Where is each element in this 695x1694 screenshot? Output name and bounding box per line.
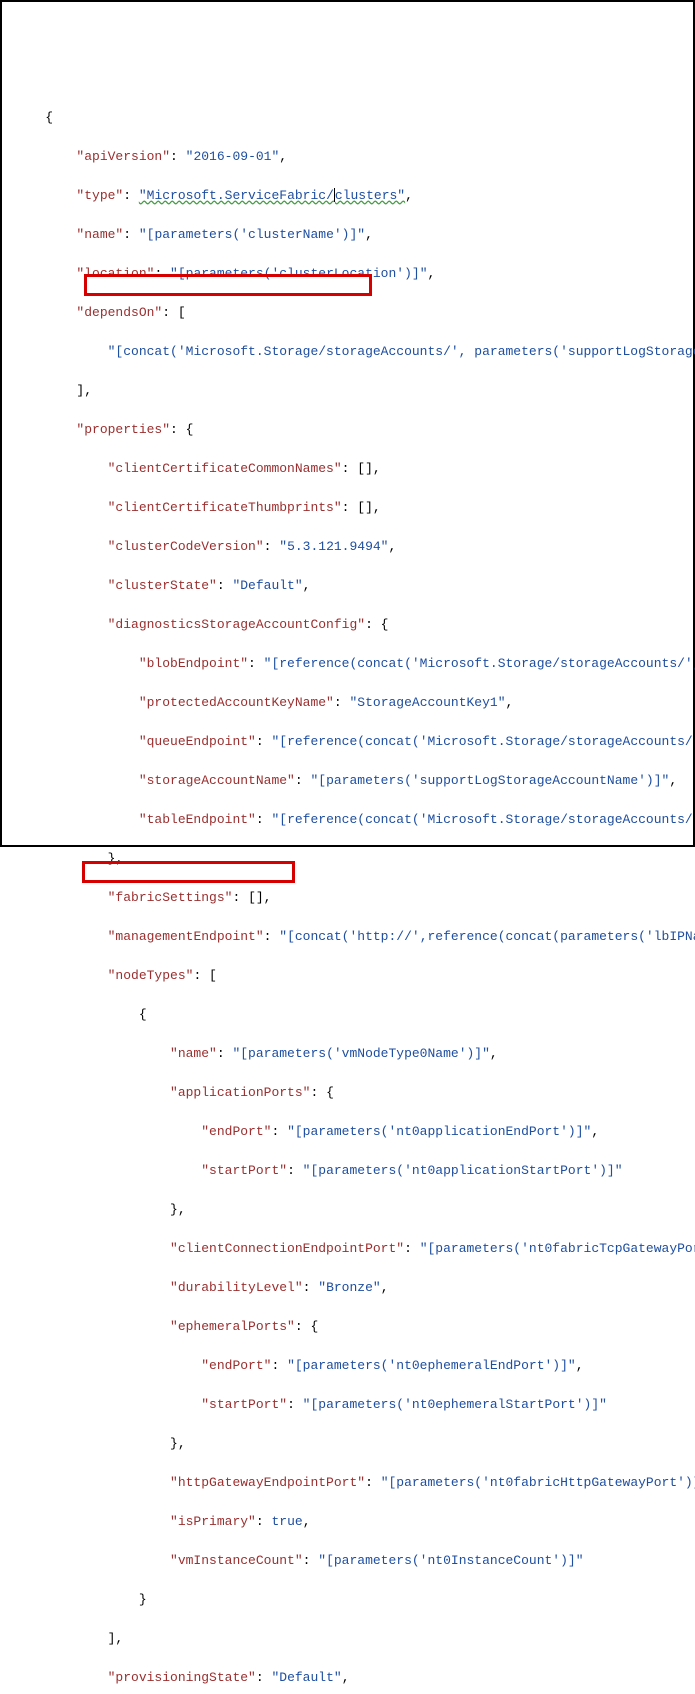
line-prov-state: "provisioningState": "Default", [14,1668,681,1688]
line-queue-endpoint: "queueEndpoint": "[reference(concat('Mic… [14,732,681,752]
line-nodetypes: "nodeTypes": [ [14,966,681,986]
line-close-eph: }, [14,1434,681,1454]
line-endport2: "endPort": "[parameters('nt0ephemeralEnd… [14,1356,681,1376]
line-cluster-state: "clusterState": "Default", [14,576,681,596]
line-dependson-val: "[concat('Microsoft.Storage/storageAccou… [14,342,681,362]
line-dependson-key: "dependsOn": [ [14,303,681,323]
line-eph-ports: "ephemeralPorts": { [14,1317,681,1337]
line-client-cert-thumb: "clientCertificateThumbprints": [], [14,498,681,518]
line-close-nodetypes: ], [14,1629,681,1649]
json-code-block: { "apiVersion": "2016-09-01", "type": "M… [14,88,681,1694]
line-fabric-settings: "fabricSettings": [], [14,888,681,908]
line-diag-config: "diagnosticsStorageAccountConfig": { [14,615,681,635]
line-endport1: "endPort": "[parameters('nt0applicationE… [14,1122,681,1142]
line-apiversion: "apiVersion": "2016-09-01", [14,147,681,167]
line-app-ports: "applicationPorts": { [14,1083,681,1103]
line-close-node: } [14,1590,681,1610]
line-close-diag: }, [14,849,681,869]
line-mgmt-endpoint: "managementEndpoint": "[concat('http://'… [14,927,681,947]
line-isprimary: "isPrimary": true, [14,1512,681,1532]
line-startport1: "startPort": "[parameters('nt0applicatio… [14,1161,681,1181]
line-close-appports: }, [14,1200,681,1220]
line-vm-instance: "vmInstanceCount": "[parameters('nt0Inst… [14,1551,681,1571]
line-protected-key: "protectedAccountKeyName": "StorageAccou… [14,693,681,713]
line-close-arr: ], [14,381,681,401]
line-brace-open: { [14,108,681,128]
line-node-name: "name": "[parameters('vmNodeType0Name')]… [14,1044,681,1064]
line-storage-acct: "storageAccountName": "[parameters('supp… [14,771,681,791]
line-client-cert-common: "clientCertificateCommonNames": [], [14,459,681,479]
line-blob-endpoint: "blobEndpoint": "[reference(concat('Micr… [14,654,681,674]
line-node-open: { [14,1005,681,1025]
line-table-endpoint: "tableEndpoint": "[reference(concat('Mic… [14,810,681,830]
line-location: "location": "[parameters('clusterLocatio… [14,264,681,284]
line-properties: "properties": { [14,420,681,440]
line-cluster-code-version: "clusterCodeVersion": "5.3.121.9494", [14,537,681,557]
line-startport2: "startPort": "[parameters('nt0ephemeralS… [14,1395,681,1415]
line-name: "name": "[parameters('clusterName')]", [14,225,681,245]
line-durability: "durabilityLevel": "Bronze", [14,1278,681,1298]
line-client-conn: "clientConnectionEndpointPort": "[parame… [14,1239,681,1259]
line-http-gateway: "httpGatewayEndpointPort": "[parameters(… [14,1473,681,1493]
line-type: "type": "Microsoft.ServiceFabric/cluster… [14,186,681,206]
